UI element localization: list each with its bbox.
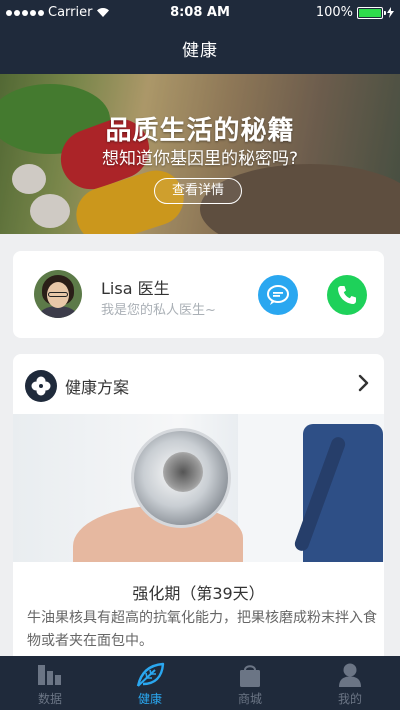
tab-health[interactable]: 健康 [100,656,200,710]
view-details-button[interactable]: 查看详情 [154,178,242,204]
tab-label: 数据 [37,692,62,706]
plan-header[interactable]: 健康方案 [13,354,384,414]
status-bar: Carrier 8:08 AM 100% [0,0,400,24]
call-button[interactable] [327,275,367,315]
banner-title: 品质生活的秘籍 [105,116,295,146]
banner-subtitle: 想知道你基因里的秘密吗? [101,149,299,169]
health-plan-card[interactable]: 健康方案 强化期（第39天） 牛油果核具有超高的抗氧化能力，把果核磨成粉末拌入食… [13,354,384,664]
top-bar: Carrier 8:08 AM 100% 健康 [0,0,400,74]
tab-profile[interactable]: 我的 [300,656,400,710]
clover-icon [25,370,57,402]
user-icon [339,663,361,687]
tab-label: 我的 [337,692,362,706]
page-title: 健康 [182,41,218,61]
plan-image [13,414,384,562]
chat-button[interactable] [258,275,298,315]
charging-icon [387,7,394,18]
tab-bar: 数据 健康 商城 我的 [0,656,400,710]
battery-percent: 100% [315,5,353,20]
leaf-icon [136,662,165,687]
tab-shop[interactable]: 商城 [200,656,300,710]
shopping-bag-icon [240,665,260,687]
doctor-card[interactable]: Lisa 医生 我是您的私人医生~ [13,251,384,338]
tab-data[interactable]: 数据 [0,656,100,710]
plan-description: 牛油果核具有超高的抗氧化能力，把果核磨成粉末拌入食物或者夹在面包中。 [27,610,377,649]
battery-icon [357,6,386,19]
phone-icon [338,286,356,304]
promo-banner[interactable]: 品质生活的秘籍 想知道你基因里的秘密吗? 查看详情 [0,74,400,234]
doctor-description: 我是您的私人医生~ [101,303,216,318]
plan-title: 健康方案 [65,378,130,397]
doctor-avatar [34,270,82,318]
chat-bubble-icon [267,285,289,305]
plan-phase: 强化期（第39天） [132,584,265,603]
tab-label: 商城 [237,692,262,706]
battery-info: 100% [316,5,394,20]
chevron-right-icon[interactable] [358,374,370,392]
doctor-name: Lisa 医生 [101,279,170,298]
tab-label: 健康 [137,692,162,706]
bar-chart-icon [38,665,61,685]
